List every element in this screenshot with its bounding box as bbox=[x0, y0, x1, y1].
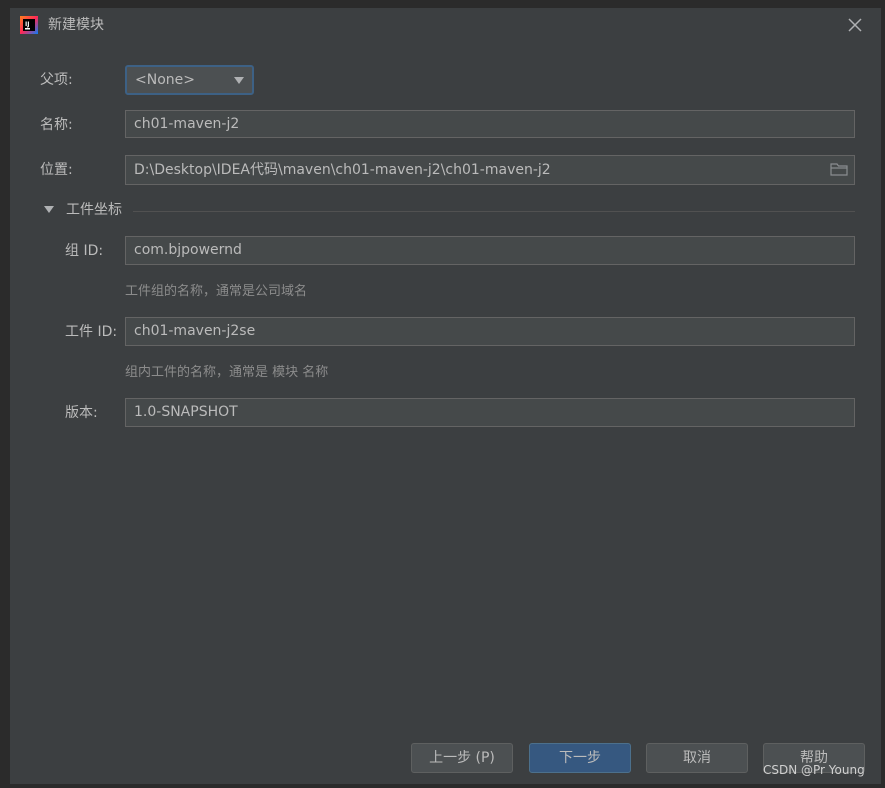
svg-text:IJ: IJ bbox=[25, 21, 29, 28]
parent-label: 父项: bbox=[40, 72, 73, 88]
name-input[interactable]: ch01-maven-j2 bbox=[125, 110, 855, 138]
artifact-id-input[interactable]: ch01-maven-j2se bbox=[125, 317, 855, 346]
next-button[interactable]: 下一步 bbox=[529, 743, 631, 773]
cancel-button[interactable]: 取消 bbox=[646, 743, 748, 773]
parent-select[interactable]: <None> bbox=[125, 65, 254, 95]
parent-select-value: <None> bbox=[135, 72, 195, 88]
version-label: 版本: bbox=[65, 405, 98, 421]
folder-icon[interactable] bbox=[830, 162, 848, 176]
location-label: 位置: bbox=[40, 162, 73, 178]
artifact-id-label: 工件 ID: bbox=[65, 324, 118, 340]
window-edge-top bbox=[0, 0, 885, 8]
artifact-id-hint: 组内工件的名称，通常是 模块 名称 bbox=[125, 365, 329, 380]
window-edge-right bbox=[881, 0, 885, 788]
window-edge-left bbox=[0, 0, 10, 788]
name-label: 名称: bbox=[40, 117, 73, 133]
window-edge-bottom bbox=[0, 784, 885, 788]
dialog-title: 新建模块 bbox=[48, 17, 104, 33]
watermark: CSDN @Pr Young bbox=[763, 763, 865, 777]
group-id-input[interactable]: com.bjpowernd bbox=[125, 236, 855, 265]
close-icon[interactable] bbox=[846, 16, 864, 34]
title-bar: IJ 新建模块 bbox=[10, 8, 881, 42]
chevron-down-icon bbox=[234, 77, 244, 84]
section-divider bbox=[133, 211, 855, 212]
location-value: D:\Desktop\IDEA代码\maven\ch01-maven-j2\ch… bbox=[134, 162, 551, 178]
group-id-label: 组 ID: bbox=[65, 243, 104, 259]
version-input[interactable]: 1.0-SNAPSHOT bbox=[125, 398, 855, 427]
previous-button[interactable]: 上一步 (P) bbox=[411, 743, 513, 773]
artifact-coordinates-title[interactable]: 工件坐标 bbox=[66, 200, 122, 220]
section-collapse-icon[interactable] bbox=[44, 206, 54, 213]
group-id-hint: 工件组的名称，通常是公司域名 bbox=[125, 284, 308, 299]
intellij-idea-icon: IJ bbox=[20, 16, 38, 34]
new-module-dialog: IJ 新建模块 父项: <None> 名称: ch01-maven-j2 位置:… bbox=[0, 0, 885, 788]
location-input[interactable]: D:\Desktop\IDEA代码\maven\ch01-maven-j2\ch… bbox=[125, 155, 855, 185]
